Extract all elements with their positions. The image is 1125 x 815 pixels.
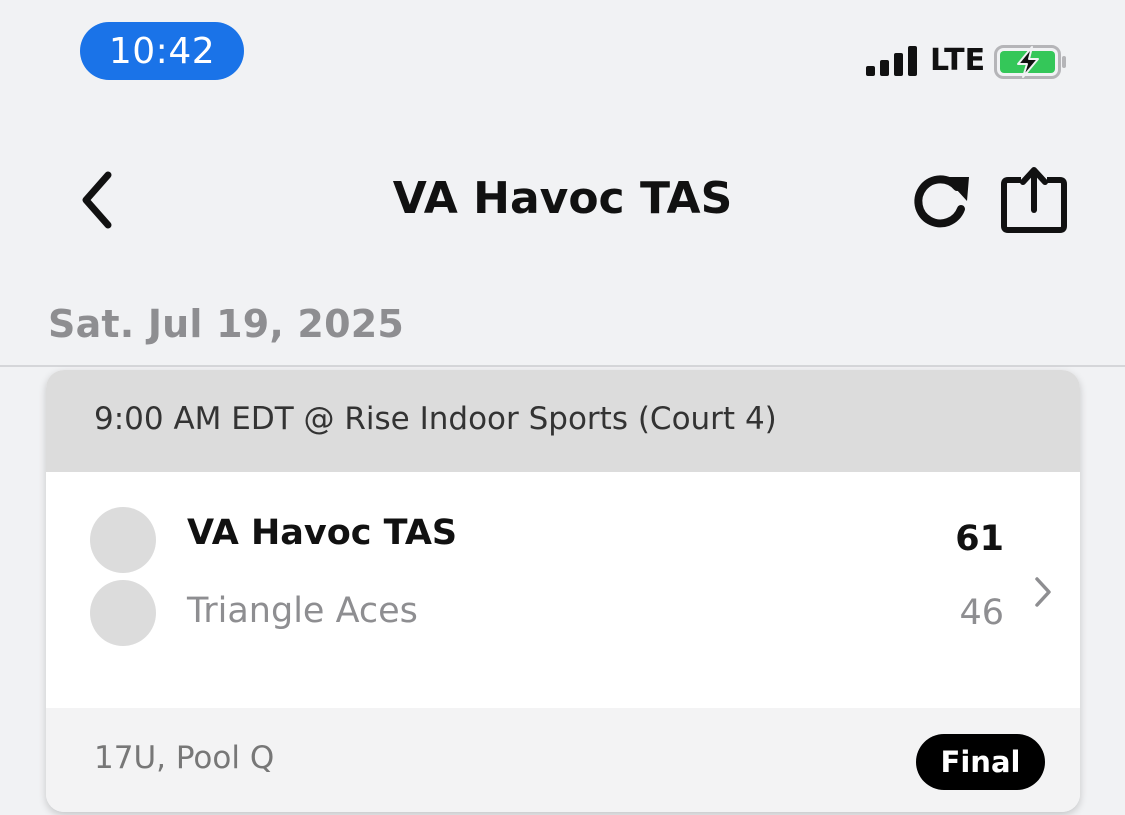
team-score: 46 <box>959 593 1004 633</box>
signal-icon <box>866 46 917 76</box>
refresh-button[interactable] <box>902 164 982 236</box>
back-button[interactable] <box>64 162 128 238</box>
chevron-left-icon <box>82 171 112 229</box>
chevron-right-icon <box>1035 577 1051 607</box>
share-icon <box>1001 167 1067 233</box>
battery-charging-icon <box>994 45 1066 79</box>
date-header: Sat. Jul 19, 2025 <box>48 302 404 346</box>
game-card-header: 9:00 AM EDT @ Rise Indoor Sports (Court … <box>46 370 1080 472</box>
team-row-away[interactable]: Triangle Aces 46 <box>46 580 1080 692</box>
share-button[interactable] <box>994 160 1074 240</box>
game-card[interactable]: 9:00 AM EDT @ Rise Indoor Sports (Court … <box>46 370 1080 812</box>
nav-bar: VA Havoc TAS <box>0 140 1125 260</box>
team-name: Triangle Aces <box>187 591 418 631</box>
game-time-location: 9:00 AM EDT @ Rise Indoor Sports (Court … <box>94 401 777 437</box>
team-score: 61 <box>955 519 1004 559</box>
game-card-footer: 17U, Pool Q Final <box>46 708 1080 812</box>
status-time[interactable]: 10:42 <box>80 22 244 80</box>
team-name: VA Havoc TAS <box>187 513 458 553</box>
team-logo-placeholder <box>90 507 156 573</box>
team-logo-placeholder <box>90 580 156 646</box>
team-row-home[interactable]: VA Havoc TAS 61 <box>46 488 1080 588</box>
status-bar: 10:42 LTE <box>0 0 1125 110</box>
network-type: LTE <box>930 43 986 78</box>
status-badge: Final <box>916 734 1045 790</box>
section-divider <box>0 365 1125 367</box>
game-detail-chevron[interactable] <box>1028 574 1058 610</box>
division-label: 17U, Pool Q <box>94 740 275 776</box>
refresh-icon <box>914 175 969 228</box>
